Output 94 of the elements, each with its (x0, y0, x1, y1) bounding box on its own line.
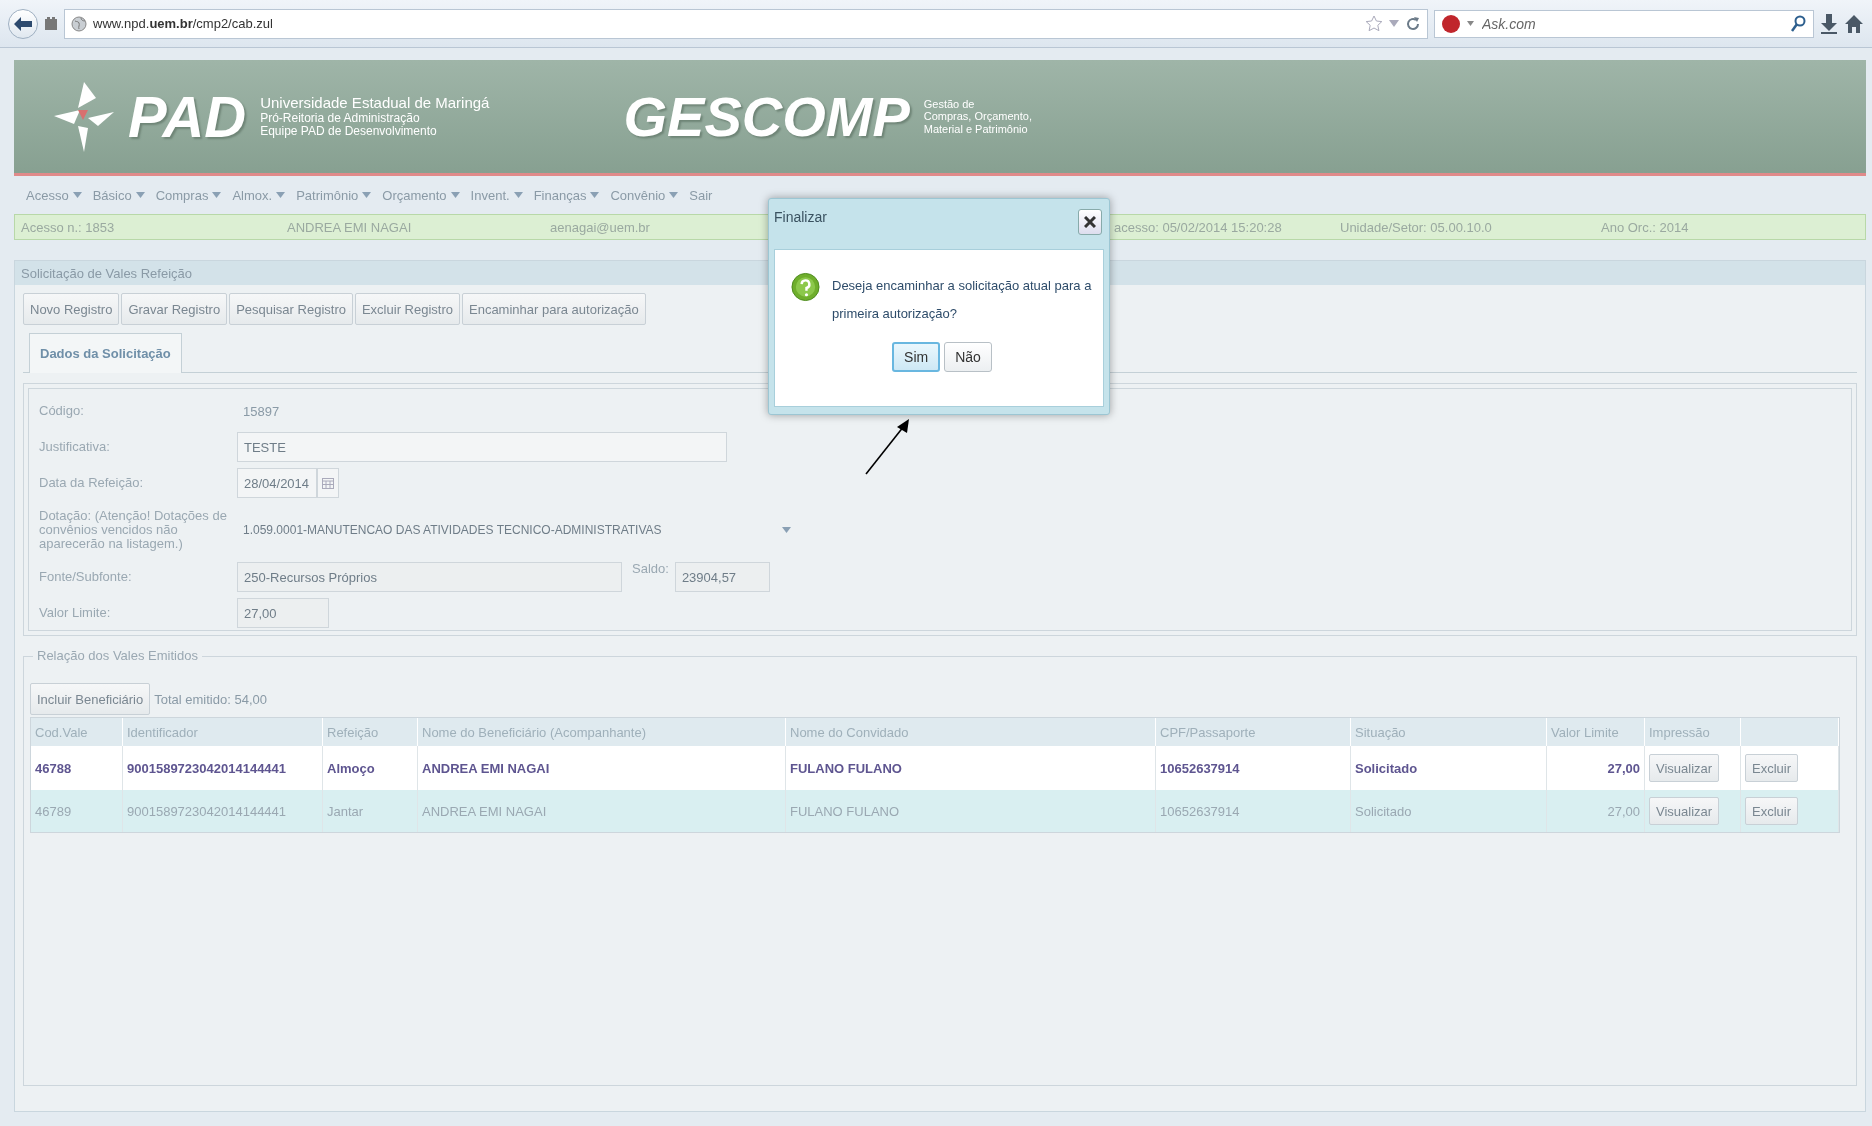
info-text: acesso: 05/02/2014 15:20:28 (1114, 219, 1282, 235)
field-label: Fonte/Subfonte: (39, 569, 133, 585)
globe-icon (71, 15, 87, 32)
arrow (865, 419, 909, 475)
toolbar-button[interactable]: Pesquisar Registro (229, 293, 353, 325)
dialog-title: Finalizar (774, 209, 827, 225)
table-cell[interactable]: Jantar (323, 790, 418, 832)
menu-item[interactable]: Convênio (610, 187, 679, 203)
field-label: Saldo: (632, 561, 669, 576)
column-header: Nome do Convidado (786, 718, 1156, 746)
toolbar-button[interactable]: Gravar Registro (121, 293, 228, 325)
system-subtitle: Gestão de (923, 97, 976, 111)
menu-item[interactable]: Invent. (470, 187, 523, 203)
table-cell[interactable]: FULANO FULANO (786, 790, 1156, 832)
field-label: Valor Limite: (39, 605, 112, 621)
field-label: Dotação: (Atenção! Dotações de convênios vencidos não aparecerão na listagem.) (39, 508, 228, 552)
field-label: Data da Refeição: (39, 475, 145, 491)
system-subtitle: Compras, Orçamento, (923, 110, 1032, 123)
info-text: Ano Orc.: 2014 (1601, 219, 1689, 235)
group-legend: Relação dos Vales Emitidos (33, 648, 202, 663)
search-icon[interactable] (1791, 14, 1807, 33)
system-subtitle: Material e Patrimônio (923, 122, 1029, 136)
field-label: Justificativa: (39, 439, 111, 455)
dropdown-icon[interactable] (1467, 21, 1474, 26)
organization-text: Pró-Reitoria de Administração (260, 111, 421, 125)
organization-text: Equipe PAD de Desenvolvimento (260, 124, 438, 138)
question-icon (791, 272, 820, 302)
menu-item[interactable]: Compras (155, 187, 222, 203)
field-label: Código: (39, 403, 85, 419)
info-text: Unidade/Setor: 05.00.10.0 (1340, 219, 1492, 235)
view-button[interactable]: Visualizar (1649, 754, 1720, 782)
home-icon[interactable] (1844, 13, 1864, 34)
dropdown-icon[interactable] (1389, 20, 1399, 27)
table-cell[interactable]: 10652637914 (1156, 790, 1351, 832)
readonly-field: 250-Recursos Próprios (237, 562, 622, 592)
caret-icon (782, 527, 791, 533)
close-icon (1084, 216, 1096, 228)
search-field[interactable]: Ask.com (1480, 14, 1785, 33)
toolbar-button[interactable]: Novo Registro (23, 293, 120, 325)
date-field[interactable]: 28/04/2014 (237, 468, 317, 498)
column-header: Situação (1351, 718, 1547, 746)
menu-item[interactable]: Acesso (26, 187, 82, 203)
delete-button[interactable]: Excluir (1745, 797, 1798, 825)
total-text: Total emitido: 54,00 (154, 691, 267, 707)
column-header: Cod.Vale (31, 718, 123, 746)
column-header: CPF/Passaporte (1156, 718, 1351, 746)
page-icon[interactable] (44, 16, 58, 31)
column-header: Impressão (1645, 718, 1741, 746)
table-cell[interactable]: 46789 (31, 790, 123, 832)
calendar-icon (322, 477, 334, 489)
back-button[interactable] (8, 8, 38, 39)
dropdown-field[interactable]: 1.059.0001-MANUTENCAO DAS ATIVIDADES TECNICO-ADMINISTRATIVAS (237, 515, 797, 545)
logo-icon (1441, 13, 1461, 34)
info-text: aenagai@uem.br (550, 219, 650, 235)
readonly-field: 23904,57 (674, 562, 770, 592)
toolbar-button[interactable]: Encaminhar para autorização (462, 293, 646, 325)
menu-item[interactable]: Almox. (232, 187, 286, 203)
reload-icon[interactable] (1405, 15, 1421, 32)
field-value: 15897 (242, 403, 280, 419)
logo-icon (54, 81, 114, 152)
table-cell[interactable]: 9001589723042014144441 (123, 790, 323, 832)
column-header: Identificador (123, 718, 323, 746)
download-icon[interactable] (1820, 13, 1838, 34)
menu-item[interactable]: Sair (689, 187, 713, 203)
star-icon[interactable] (1365, 14, 1383, 33)
toolbar-button[interactable]: Excluir Registro (354, 293, 460, 325)
search-bar[interactable]: Ask.com (1434, 9, 1814, 38)
table-cell[interactable]: Solicitado (1351, 790, 1547, 832)
organization-text: Universidade Estadual de Maringá (260, 95, 490, 112)
system-title: GESCOMP (623, 84, 910, 149)
view-button[interactable]: Visualizar (1649, 797, 1720, 825)
table-cell[interactable]: 27,00 (1547, 790, 1645, 832)
info-text: Acesso n.: 1853 (21, 219, 115, 235)
column-header: Nome do Beneficiário (Acompanhante) (418, 718, 786, 746)
column-header: Valor Limite (1547, 718, 1645, 746)
dialog-button[interactable]: Não (944, 342, 992, 372)
input-field[interactable]: TESTE (237, 432, 727, 462)
delete-button[interactable]: Excluir (1745, 754, 1798, 782)
close-button[interactable] (1078, 209, 1102, 235)
url-text: www.npd.uem.br/cmp2/cab.zul (93, 16, 274, 31)
back-arrow-icon (14, 16, 32, 31)
readonly-field: 27,00 (237, 598, 329, 628)
menu-item[interactable]: Orçamento (382, 187, 460, 203)
column-header: Refeição (323, 718, 418, 746)
dialog-button[interactable]: Sim (892, 342, 941, 372)
tab[interactable]: Dados da Solicitação (29, 333, 182, 373)
table-cell[interactable]: ANDREA EMI NAGAI (418, 790, 786, 832)
logo-text: PAD (128, 83, 247, 150)
menu-item[interactable]: Patrimônio (296, 187, 372, 203)
menu-item[interactable]: Finanças (533, 187, 600, 203)
menu-item[interactable]: Básico (92, 187, 145, 203)
add-button[interactable]: Incluir Beneficiário (30, 683, 151, 715)
info-text: ANDREA EMI NAGAI (287, 219, 412, 235)
address-bar[interactable]: www.npd.uem.br/cmp2/cab.zul (64, 8, 1428, 39)
